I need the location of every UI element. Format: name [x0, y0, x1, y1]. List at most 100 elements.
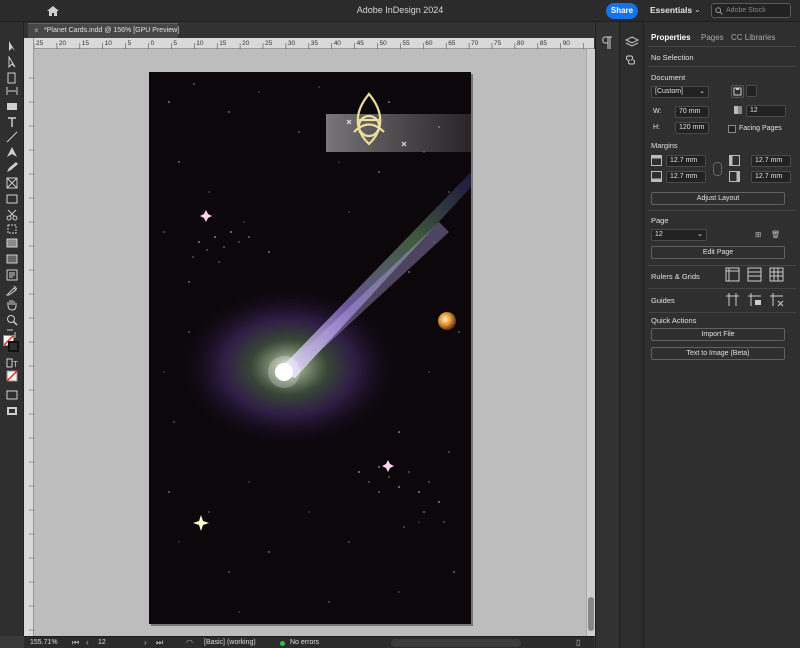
chevron-down-icon[interactable]: ⌄ — [694, 5, 701, 14]
panel-toggle-icon[interactable]: ▯ — [576, 638, 580, 647]
pen-tool-icon[interactable] — [5, 146, 19, 158]
preflight-profile[interactable]: [Basic] (working) — [204, 639, 256, 646]
tab-properties[interactable]: Properties — [651, 33, 691, 42]
rectangle-tool-icon[interactable] — [5, 193, 19, 205]
document-page[interactable] — [149, 72, 471, 624]
add-page-icon[interactable]: ⊞ — [755, 230, 761, 239]
content-collector-icon[interactable] — [5, 99, 19, 111]
tab-pages[interactable]: Pages — [701, 33, 724, 42]
ruler-tick-label: 30 — [287, 40, 296, 47]
horizontal-scrollbar[interactable] — [391, 639, 521, 647]
type-tool-icon[interactable] — [5, 116, 19, 128]
pages-count-field[interactable]: 12 — [746, 105, 786, 117]
edit-page-button[interactable]: Edit Page — [651, 246, 785, 259]
left-margin-icon — [729, 155, 740, 166]
next-page-icon[interactable]: › — [144, 638, 147, 647]
document-grid-icon[interactable] — [769, 267, 784, 282]
vertical-ruler[interactable] — [24, 38, 34, 636]
preflight-spinner-icon: ◠ — [186, 638, 193, 647]
screen-mode-icon[interactable] — [5, 389, 19, 401]
gradient-swatch-tool-icon[interactable] — [5, 237, 19, 249]
free-transform-tool-icon[interactable] — [5, 223, 19, 235]
direct-selection-tool-icon[interactable] — [5, 56, 19, 68]
workspace-switcher[interactable]: Essentials — [650, 5, 692, 15]
gradient-feather-tool-icon[interactable] — [5, 253, 19, 265]
share-button[interactable]: Share — [606, 3, 638, 19]
previous-page-icon[interactable]: ‹ — [86, 638, 89, 647]
show-guides-icon[interactable] — [725, 292, 740, 307]
space-artwork[interactable] — [149, 72, 471, 624]
search-icon — [715, 7, 723, 15]
stock-search-input[interactable]: Adobe Stock — [711, 3, 791, 18]
rulers-toggle-icon[interactable] — [725, 267, 740, 282]
ruler-tick-label: 70 — [471, 40, 479, 47]
note-tool-icon[interactable] — [5, 269, 19, 281]
eyedropper-tool-icon[interactable] — [5, 284, 19, 296]
text-to-image-button[interactable]: Text to Image (Beta) — [651, 347, 785, 360]
selection-tool-icon[interactable] — [5, 40, 19, 52]
ruler-tick-label: 85 — [539, 40, 548, 47]
baseline-grid-icon[interactable] — [747, 267, 762, 282]
ruler-tick-label: 20 — [58, 40, 67, 47]
formatting-affects-container-icon[interactable]: T — [5, 357, 19, 369]
width-label: W: — [653, 108, 662, 115]
vertical-scrollbar[interactable] — [586, 49, 595, 636]
ruler-tick-label: 5 — [173, 40, 178, 47]
page-heading: Page — [651, 216, 669, 225]
document-width-field[interactable]: 70 mm — [675, 106, 709, 118]
page-select[interactable]: 12 ⌄ — [651, 229, 707, 241]
zoom-tool-icon[interactable] — [5, 314, 19, 326]
tab-cc-libraries[interactable]: CC Libraries — [731, 33, 775, 42]
document-preset-select[interactable]: [Custom] ⌄ — [651, 86, 709, 98]
apply-none-icon[interactable] — [5, 370, 19, 382]
chevron-down-icon: ⌄ — [697, 231, 703, 238]
rectangle-frame-tool-icon[interactable] — [5, 177, 19, 189]
scissors-tool-icon[interactable] — [5, 209, 19, 221]
facing-pages-checkbox[interactable] — [728, 125, 736, 133]
ruler-tick-label: 20 — [242, 40, 250, 47]
horizontal-ruler[interactable]: 25 20 15 10 5 0 5 10 15 20 25 30 35 40 45 50 55 60 65 70 75 8… — [34, 38, 594, 49]
links-icon[interactable] — [625, 54, 639, 66]
tools-panel: T — [0, 22, 24, 636]
preflight-errors[interactable]: No errors — [290, 639, 319, 646]
link-margins-icon[interactable] — [713, 162, 722, 176]
margin-left-field[interactable]: 12.7 mm — [751, 155, 791, 167]
paragraph-styles-icon[interactable] — [602, 36, 614, 50]
vertical-scrollbar-thumb[interactable] — [588, 597, 594, 631]
pages-count-icon — [734, 106, 742, 114]
ruler-tick-label: 80 — [516, 40, 525, 47]
page-orientation-icon[interactable] — [746, 85, 757, 97]
ruler-tick-label: 25 — [36, 40, 44, 47]
stroke-swatch[interactable] — [8, 341, 19, 352]
margin-bottom-field[interactable]: 12.7 mm — [666, 171, 706, 183]
save-preset-icon[interactable] — [731, 85, 744, 98]
divider — [648, 288, 796, 289]
smart-guides-icon[interactable] — [769, 292, 784, 307]
document-tab[interactable]: × *Planet Cards.indd @ 156% [GPU Preview… — [28, 23, 180, 38]
view-mode-icon[interactable] — [5, 405, 19, 417]
margin-right-field[interactable]: 12.7 mm — [751, 171, 791, 183]
hand-tool-icon[interactable] — [5, 299, 19, 311]
delete-page-icon[interactable]: 🗑 — [771, 230, 781, 239]
status-bar: 155.71% ⏮ ‹ 12 › ⏭ ◠ [Basic] (working) N… — [24, 636, 594, 648]
last-page-icon[interactable]: ⏭ — [156, 638, 163, 648]
zoom-level-field[interactable]: 155.71% — [30, 639, 58, 646]
line-tool-icon[interactable] — [5, 131, 19, 143]
layers-icon[interactable] — [625, 36, 639, 48]
adjust-layout-button[interactable]: Adjust Layout — [651, 192, 785, 205]
document-tab-title: *Planet Cards.indd @ 156% [GPU Preview] — [44, 27, 180, 34]
page-tool-icon[interactable] — [5, 72, 19, 84]
home-icon[interactable] — [46, 5, 60, 17]
collapsed-panel-dock-2 — [620, 22, 644, 648]
first-page-icon[interactable]: ⏮ — [72, 638, 79, 648]
margin-top-field[interactable]: 12.7 mm — [666, 155, 706, 167]
gap-tool-icon[interactable] — [5, 85, 19, 97]
pencil-tool-icon[interactable] — [5, 161, 19, 173]
close-icon[interactable]: × — [34, 26, 39, 35]
import-file-button[interactable]: Import File — [651, 328, 785, 341]
title-bar: Adobe InDesign 2024 Share Essentials ⌄ A… — [0, 0, 800, 22]
svg-text:T: T — [13, 360, 18, 369]
lock-guides-icon[interactable] — [747, 292, 762, 307]
ruler-tick-label: 45 — [356, 40, 364, 47]
document-height-field[interactable]: 120 mm — [675, 122, 709, 134]
